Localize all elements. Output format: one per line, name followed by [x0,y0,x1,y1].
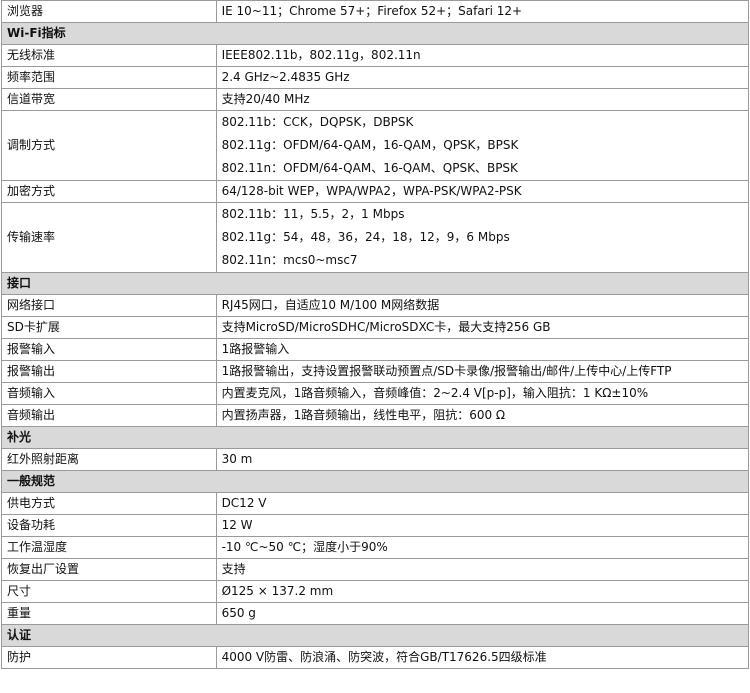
spec-row: 浏览器 IE 10~11；Chrome 57+；Firefox 52+；Safar… [1,0,750,23]
section-title: 补光 [1,426,749,449]
spec-value: 802.11b：11，5.5，2，1 Mbps 802.11g：54，48，36，… [215,202,750,273]
spec-value: 2.4 GHz~2.4835 GHz [215,66,750,89]
section-title: 一般规范 [1,470,749,493]
spec-value: RJ45网口，自适应10 M/100 M网络数据 [215,294,750,317]
spec-row: 加密方式 64/128-bit WEP，WPA/WPA2，WPA-PSK/WPA2… [1,180,750,203]
spec-value: 1路报警输出，支持设置报警联动预置点/SD卡录像/报警输出/邮件/上传中心/上传… [215,360,750,383]
spec-value: 内置扬声器，1路音频输出，线性电平，阻抗：600 Ω [215,404,750,427]
spec-value: Ø125 × 137.2 mm [215,580,750,603]
section-title: 认证 [1,624,749,647]
spec-row: 传输速率 802.11b：11，5.5，2，1 Mbps 802.11g：54，48… [1,202,750,273]
spec-key: 网络接口 [1,294,217,317]
spec-value-line: 802.11b：CCK，DQPSK，DBPSK [221,115,414,129]
spec-row: 调制方式 802.11b：CCK，DQPSK，DBPSK 802.11g：OFDM/… [1,110,750,181]
spec-value: IE 10~11；Chrome 57+；Firefox 52+；Safari 1… [215,0,750,23]
spec-key: 尺寸 [1,580,217,603]
spec-key: 防护 [1,646,217,669]
spec-row: 设备功耗 12 W [1,514,750,537]
spec-row: 尺寸 Ø125 × 137.2 mm [1,580,750,603]
spec-key: 工作温湿度 [1,536,217,559]
spec-key: 调制方式 [1,110,217,181]
spec-key: 加密方式 [1,180,217,203]
spec-value: 650 g [215,602,750,625]
spec-value-line: 802.11g：54，48，36，24，18，12，9，6 Mbps [221,230,510,244]
spec-value: 64/128-bit WEP，WPA/WPA2，WPA-PSK/WPA2-PSK [215,180,750,203]
spec-key: 设备功耗 [1,514,217,537]
spec-row: 音频输出 内置扬声器，1路音频输出，线性电平，阻抗：600 Ω [1,404,750,427]
spec-key: 传输速率 [1,202,217,273]
spec-key: 报警输出 [1,360,217,383]
spec-key: 信道带宽 [1,88,217,111]
section-title: 接口 [1,272,749,295]
spec-value: IEEE802.11b，802.11g，802.11n [215,44,750,67]
spec-row: 音频输入 内置麦克风，1路音频输入，音频峰值：2~2.4 V[p-p]，输入阻抗：… [1,382,750,405]
spec-row: 防护 4000 V防雷、防浪涌、防突波，符合GB/T17626.5四级标准 [1,646,750,669]
spec-row: 报警输入 1路报警输入 [1,338,750,361]
spec-row: 信道带宽 支持20/40 MHz [1,88,750,111]
spec-row: 网络接口 RJ45网口，自适应10 M/100 M网络数据 [1,294,750,317]
spec-value-line: 802.11n：OFDM/64-QAM、16-QAM、QPSK、BPSK [221,161,518,175]
spec-key: 频率范围 [1,66,217,89]
spec-table: 浏览器 IE 10~11；Chrome 57+；Firefox 52+；Safar… [1,0,750,669]
spec-row: 报警输出 1路报警输出，支持设置报警联动预置点/SD卡录像/报警输出/邮件/上传中… [1,360,750,383]
spec-value: 4000 V防雷、防浪涌、防突波，符合GB/T17626.5四级标准 [215,646,750,669]
section-header-row: 认证 [1,624,749,647]
spec-row: 红外照射距离 30 m [1,448,750,471]
spec-value: 802.11b：CCK，DQPSK，DBPSK 802.11g：OFDM/64-Q… [215,110,750,181]
spec-key: 红外照射距离 [1,448,217,471]
spec-row: SD卡扩展 支持MicroSD/MicroSDHC/MicroSDXC卡，最大支持… [1,316,750,339]
spec-row: 工作温湿度 -10 ℃~50 ℃；湿度小于90% [1,536,750,559]
spec-row: 无线标准 IEEE802.11b，802.11g，802.11n [1,44,750,67]
spec-value: 12 W [215,514,750,537]
spec-row: 重量 650 g [1,602,750,625]
section-title: Wi-Fi指标 [1,22,749,45]
spec-value: 内置麦克风，1路音频输入，音频峰值：2~2.4 V[p-p]，输入阻抗：1 KΩ… [215,382,750,405]
spec-value: 支持 [215,558,750,581]
spec-key: 重量 [1,602,217,625]
section-header-row: 接口 [1,272,749,295]
spec-value-line: 802.11b：11，5.5，2，1 Mbps [221,207,405,221]
spec-row: 供电方式 DC12 V [1,492,750,515]
spec-value: -10 ℃~50 ℃；湿度小于90% [215,536,750,559]
spec-row: 恢复出厂设置 支持 [1,558,750,581]
spec-value-line: 802.11n：mcs0~msc7 [221,253,358,267]
spec-key: 无线标准 [1,44,217,67]
spec-value: 30 m [215,448,750,471]
spec-value-line: 802.11g：OFDM/64-QAM，16-QAM，QPSK，BPSK [221,138,519,152]
spec-value: 1路报警输入 [215,338,750,361]
spec-key: 音频输出 [1,404,217,427]
spec-key: 音频输入 [1,382,217,405]
spec-key: 恢复出厂设置 [1,558,217,581]
spec-key: 浏览器 [1,0,217,23]
spec-row: 频率范围 2.4 GHz~2.4835 GHz [1,66,750,89]
spec-value: 支持MicroSD/MicroSDHC/MicroSDXC卡，最大支持256 G… [215,316,750,339]
section-header-row: Wi-Fi指标 [1,22,749,45]
spec-key: 报警输入 [1,338,217,361]
section-header-row: 补光 [1,426,749,449]
spec-key: 供电方式 [1,492,217,515]
spec-value: DC12 V [215,492,750,515]
spec-key: SD卡扩展 [1,316,217,339]
spec-value: 支持20/40 MHz [215,88,750,111]
section-header-row: 一般规范 [1,470,749,493]
